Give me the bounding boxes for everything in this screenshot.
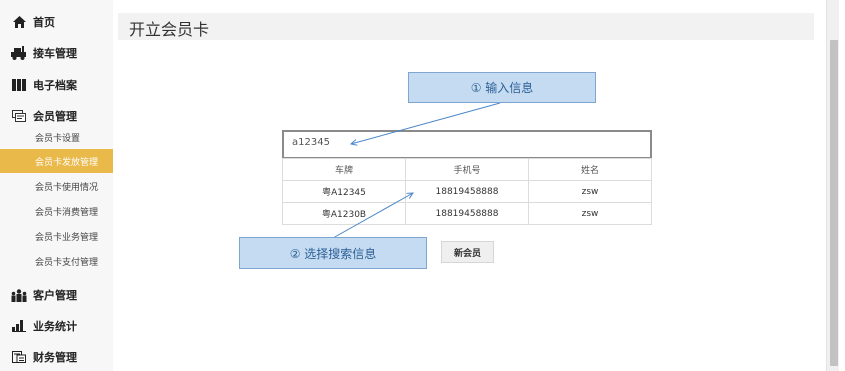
callout-step-2: ② 选择搜索信息	[239, 237, 427, 269]
callout-step-1: ① 输入信息	[408, 72, 596, 103]
arrow-to-results	[332, 193, 413, 239]
annotation-arrows	[332, 102, 501, 239]
arrow-to-search	[351, 102, 501, 144]
